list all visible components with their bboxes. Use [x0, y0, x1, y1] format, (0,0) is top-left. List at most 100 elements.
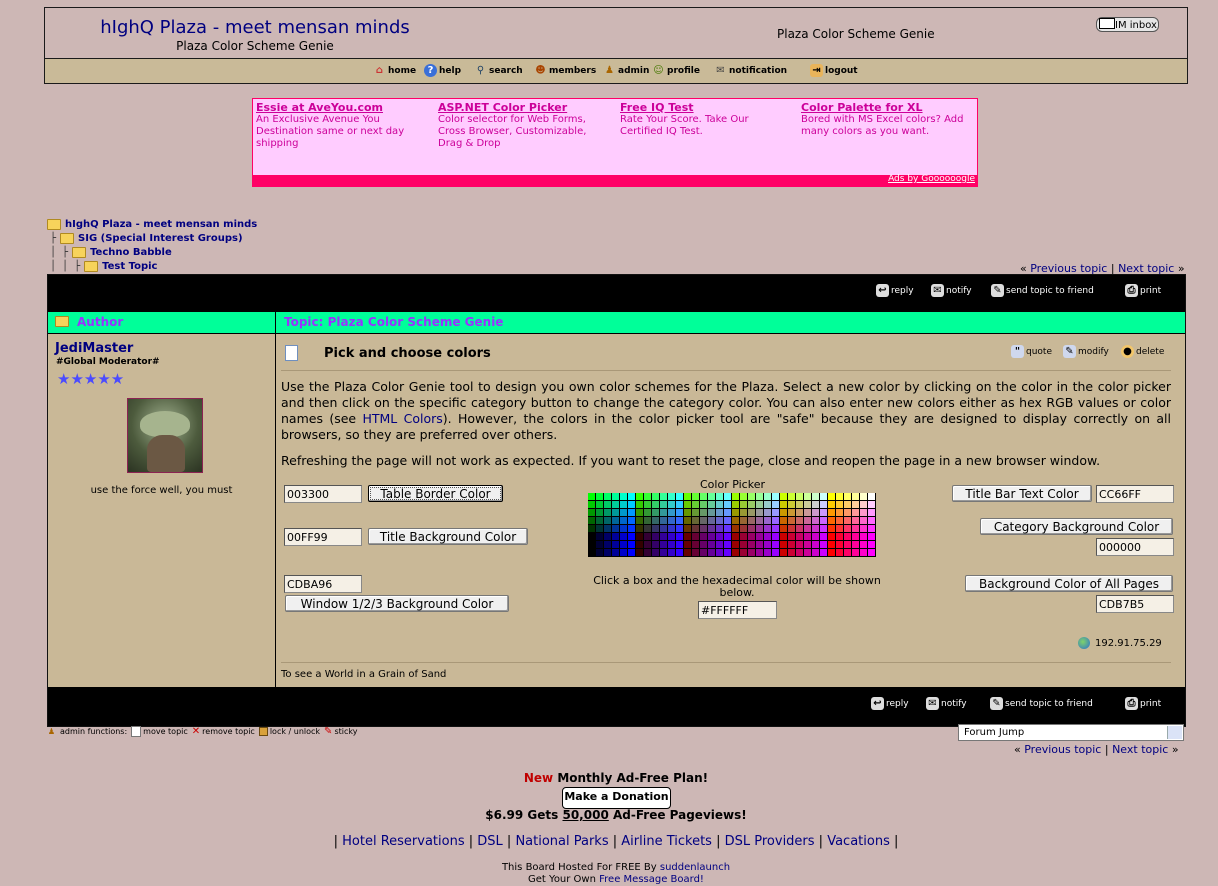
color-swatch[interactable] — [692, 525, 700, 533]
window-background-color-button[interactable]: Window 1/2/3 Background Color — [285, 595, 509, 612]
color-swatch[interactable] — [620, 549, 628, 557]
nav-admin[interactable]: ♟ admin — [603, 64, 649, 77]
color-swatch[interactable] — [620, 517, 628, 525]
color-swatch[interactable] — [732, 493, 740, 501]
move-topic-button[interactable]: move topic — [131, 726, 188, 737]
color-swatch[interactable] — [804, 493, 812, 501]
color-swatch[interactable] — [700, 549, 708, 557]
color-swatch[interactable] — [684, 525, 692, 533]
category-background-color-button[interactable]: Category Background Color — [980, 518, 1173, 535]
color-swatch[interactable] — [852, 541, 860, 549]
color-swatch[interactable] — [708, 525, 716, 533]
picked-color-input[interactable]: #FFFFFF — [698, 601, 777, 619]
color-swatch[interactable] — [764, 525, 772, 533]
color-swatch[interactable] — [764, 549, 772, 557]
color-swatch[interactable] — [604, 533, 612, 541]
color-swatch[interactable] — [676, 533, 684, 541]
footer-link[interactable]: Hotel Reservations — [342, 834, 464, 849]
color-swatch[interactable] — [748, 533, 756, 541]
color-swatch[interactable] — [692, 517, 700, 525]
color-swatch[interactable] — [732, 549, 740, 557]
color-swatch[interactable] — [684, 493, 692, 501]
color-swatch[interactable] — [660, 541, 668, 549]
color-swatch[interactable] — [652, 493, 660, 501]
color-swatch[interactable] — [780, 517, 788, 525]
send-topic-button[interactable]: ✎ send topic to friend — [991, 284, 1094, 297]
color-swatch[interactable] — [852, 501, 860, 509]
color-swatch[interactable] — [804, 517, 812, 525]
color-swatch[interactable] — [780, 509, 788, 517]
color-swatch[interactable] — [756, 533, 764, 541]
color-swatch[interactable] — [852, 493, 860, 501]
color-swatch[interactable] — [724, 509, 732, 517]
color-swatch[interactable] — [812, 501, 820, 509]
sticky-button[interactable]: ✎ sticky — [324, 726, 357, 737]
ad-title[interactable]: Essie at AveYou.com — [256, 102, 428, 114]
color-swatch[interactable] — [628, 493, 636, 501]
color-swatch[interactable] — [820, 509, 828, 517]
color-swatch[interactable] — [772, 541, 780, 549]
color-swatch[interactable] — [660, 493, 668, 501]
color-swatch[interactable] — [708, 541, 716, 549]
color-swatch[interactable] — [668, 517, 676, 525]
color-swatch[interactable] — [692, 501, 700, 509]
color-swatch[interactable] — [796, 501, 804, 509]
color-swatch[interactable] — [740, 509, 748, 517]
color-swatch[interactable] — [780, 493, 788, 501]
color-swatch[interactable] — [668, 541, 676, 549]
color-swatch[interactable] — [724, 541, 732, 549]
color-swatch[interactable] — [708, 501, 716, 509]
nav-profile[interactable]: ☺ profile — [652, 64, 700, 77]
color-swatch[interactable] — [644, 549, 652, 557]
color-swatch[interactable] — [644, 517, 652, 525]
color-swatch[interactable] — [604, 549, 612, 557]
table-border-color-input[interactable]: 003300 — [284, 485, 362, 503]
color-swatch[interactable] — [828, 533, 836, 541]
color-swatch[interactable] — [788, 541, 796, 549]
color-swatch[interactable] — [804, 549, 812, 557]
color-swatch[interactable] — [780, 501, 788, 509]
color-swatch[interactable] — [732, 541, 740, 549]
color-swatch[interactable] — [612, 493, 620, 501]
ads-by-link[interactable]: Ads by Goooooogle — [888, 174, 975, 184]
color-swatch[interactable] — [588, 509, 596, 517]
remove-topic-button[interactable]: ✕ remove topic — [192, 726, 255, 737]
color-swatch[interactable] — [716, 501, 724, 509]
color-swatch[interactable] — [636, 493, 644, 501]
color-swatch[interactable] — [644, 541, 652, 549]
color-swatch[interactable] — [684, 533, 692, 541]
color-swatch[interactable] — [828, 517, 836, 525]
color-swatch[interactable] — [628, 525, 636, 533]
color-swatch[interactable] — [764, 509, 772, 517]
color-swatch[interactable] — [756, 509, 764, 517]
color-swatch[interactable] — [716, 493, 724, 501]
color-swatch[interactable] — [772, 549, 780, 557]
color-swatch[interactable] — [676, 509, 684, 517]
color-swatch[interactable] — [772, 501, 780, 509]
modify-button[interactable]: ✎ modify — [1063, 345, 1109, 358]
breadcrumb-topic[interactable]: │ │ ├ Test Topic — [50, 261, 157, 272]
color-swatch[interactable] — [636, 541, 644, 549]
nav-members[interactable]: ☻ members — [534, 64, 596, 77]
nav-help[interactable]: ? help — [424, 64, 461, 77]
color-swatch[interactable] — [844, 501, 852, 509]
color-swatch[interactable] — [804, 525, 812, 533]
color-swatch[interactable] — [756, 549, 764, 557]
color-swatch[interactable] — [804, 509, 812, 517]
color-swatch[interactable] — [836, 501, 844, 509]
color-swatch[interactable] — [772, 493, 780, 501]
color-swatch[interactable] — [860, 509, 868, 517]
color-swatch[interactable] — [852, 517, 860, 525]
title-background-color-input[interactable]: 00FF99 — [284, 528, 362, 546]
color-swatch[interactable] — [596, 517, 604, 525]
color-swatch[interactable] — [804, 533, 812, 541]
next-topic-link[interactable]: Next topic — [1112, 743, 1168, 756]
color-swatch[interactable] — [692, 493, 700, 501]
color-swatch[interactable] — [620, 541, 628, 549]
breadcrumb-techno[interactable]: │ ├ Techno Babble — [50, 247, 172, 258]
color-swatch[interactable] — [596, 541, 604, 549]
color-swatch[interactable] — [764, 517, 772, 525]
breadcrumb-sig[interactable]: ├ SIG (Special Interest Groups) — [50, 233, 243, 244]
color-swatch[interactable] — [788, 493, 796, 501]
color-swatch[interactable] — [772, 525, 780, 533]
